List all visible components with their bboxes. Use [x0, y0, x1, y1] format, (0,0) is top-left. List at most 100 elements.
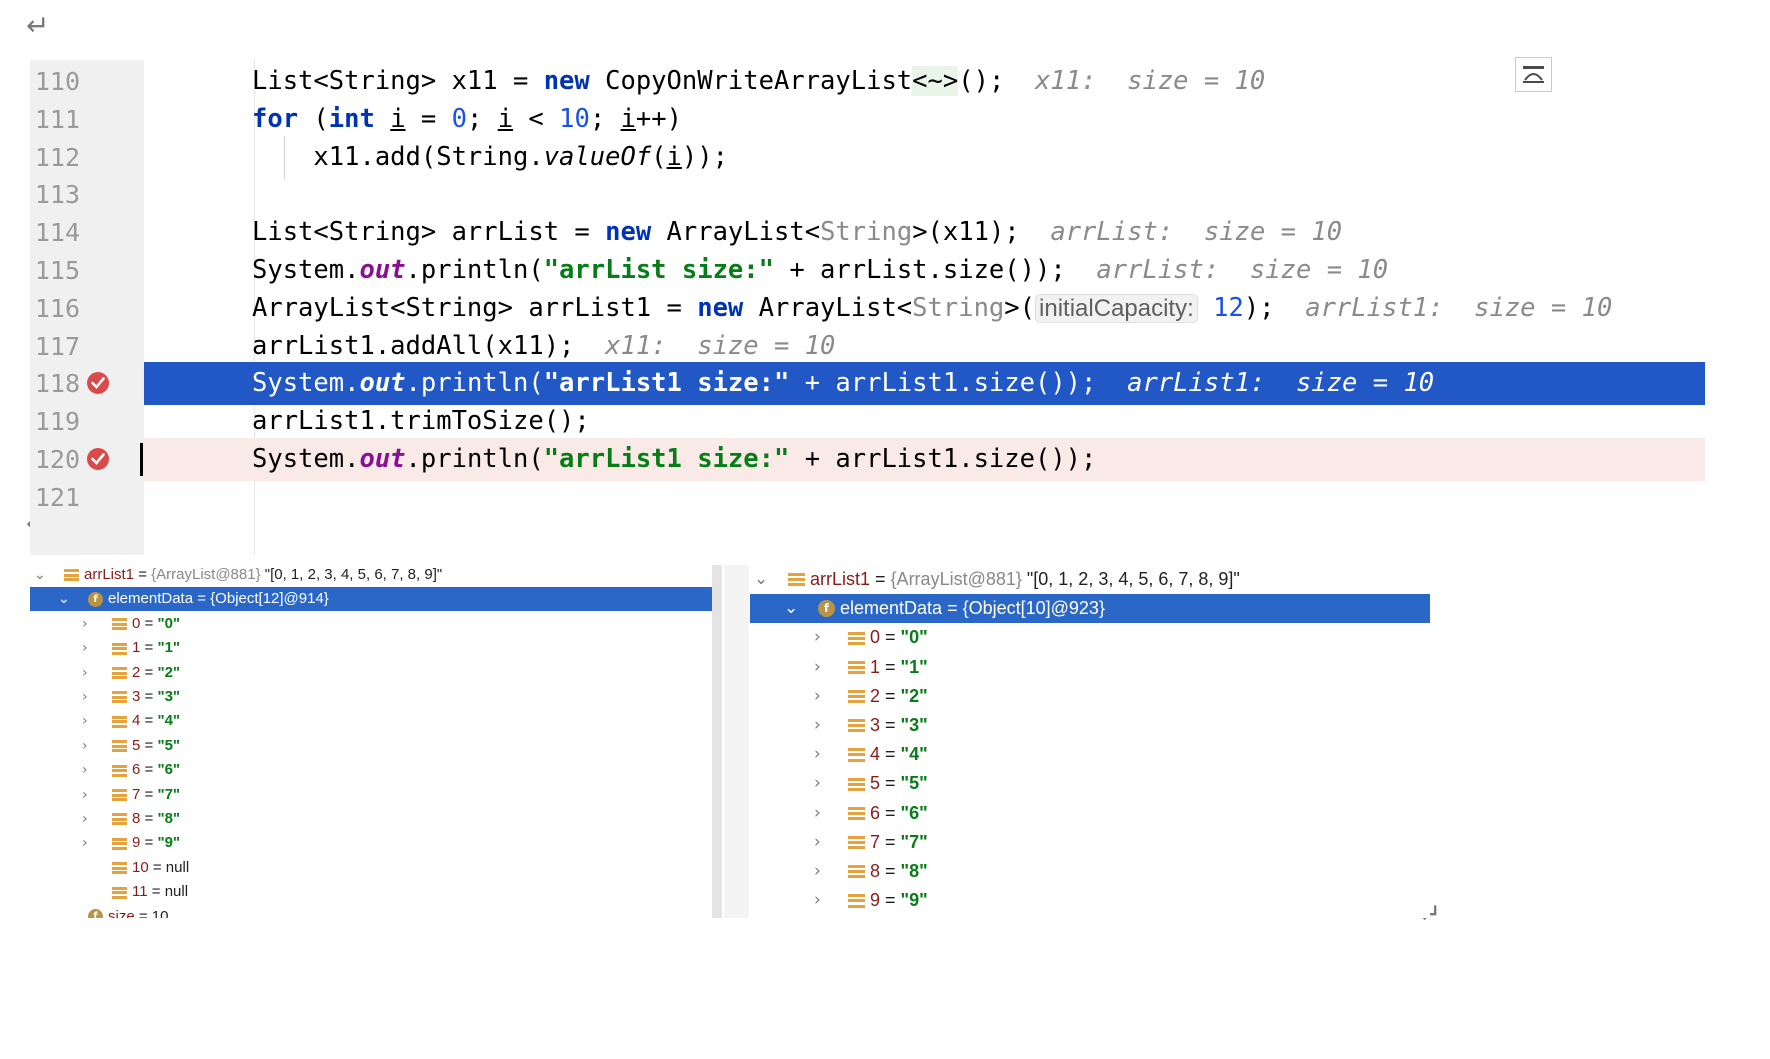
code-line[interactable]: 118 System.out.println("arrList1 size:" +… — [30, 362, 1705, 406]
code-text[interactable]: arrList1.addAll(x11); x11: size = 10 — [252, 325, 835, 368]
collapse-chevron-icon[interactable]: › — [82, 758, 88, 782]
code-line[interactable]: 110 List<String> x11 = new CopyOnWriteArr… — [30, 60, 1705, 103]
array-element-node[interactable]: › 7 = "7" — [30, 783, 722, 807]
array-element-node[interactable]: › 1 = "1" — [30, 636, 722, 660]
field-node[interactable]: ⌄ f elementData = {Object[10]@923} — [750, 594, 1430, 624]
vertical-scrollbar[interactable] — [712, 565, 722, 918]
collapse-chevron-icon[interactable]: › — [814, 828, 821, 857]
code-token: out — [359, 444, 406, 474]
line-number[interactable]: 121 — [30, 476, 80, 519]
array-element-node[interactable]: › 9 = "9" — [30, 831, 722, 855]
code-line[interactable]: 116 ArrayList<String> arrList1 = new Arra… — [30, 287, 1705, 330]
variable-eq: = — [193, 590, 211, 608]
variable-eq: = — [880, 802, 901, 823]
line-number[interactable]: 113 — [30, 173, 80, 216]
collapse-chevron-icon[interactable]: › — [814, 682, 821, 711]
variable-text: 9 = "9" — [870, 886, 928, 915]
line-number[interactable]: 111 — [30, 98, 80, 141]
collapse-chevron-icon[interactable]: › — [82, 636, 88, 660]
collapse-chevron-icon[interactable]: › — [82, 734, 88, 758]
array-element-node[interactable]: › 5 = "5" — [750, 769, 1430, 798]
collapse-chevron-icon[interactable]: › — [82, 831, 88, 855]
collapse-chevron-icon[interactable]: › — [814, 886, 821, 915]
collapse-chevron-icon[interactable]: › — [814, 857, 821, 886]
array-element-node[interactable]: › 3 = "3" — [750, 711, 1430, 740]
code-line[interactable]: 113 — [30, 173, 1705, 216]
array-element-node[interactable]: › 7 = "7" — [750, 828, 1430, 857]
collapse-chevron-icon[interactable]: › — [814, 799, 821, 828]
array-element-node[interactable]: › 0 = "0" — [30, 612, 722, 636]
array-element-node[interactable]: 10 = null — [30, 856, 722, 880]
array-element-node[interactable]: › 4 = "4" — [750, 740, 1430, 769]
array-element-node[interactable]: › 3 = "3" — [30, 685, 722, 709]
code-line[interactable]: 114 List<String> arrList = new ArrayList<… — [30, 211, 1705, 254]
variables-panel-before-trim[interactable]: ⌄ arrList1 = {ArrayList@881} "[0, 1, 2, 3… — [30, 563, 722, 918]
code-line[interactable]: 112 x11.add(String.valueOf(i)); — [30, 135, 1705, 179]
line-number[interactable]: 116 — [30, 287, 80, 330]
variables-panel-after-trim[interactable]: ⌄ arrList1 = {ArrayList@881} "[0, 1, 2, 3… — [750, 565, 1430, 918]
code-text[interactable]: for (int i = 0; i < 10; i++) — [252, 98, 682, 141]
field-node[interactable]: ⌄ f elementData = {Object[12]@914} — [30, 587, 722, 612]
breakpoint-icon[interactable] — [86, 371, 110, 395]
array-element-node[interactable]: › 1 = "1" — [750, 653, 1430, 682]
code-text[interactable]: arrList1.trimToSize(); — [252, 400, 590, 443]
breakpoint-icon[interactable] — [86, 447, 110, 471]
code-text[interactable]: System.out.println("arrList1 size:" + ar… — [252, 438, 1096, 481]
code-token: .println( — [405, 444, 544, 474]
collapse-chevron-icon[interactable]: › — [82, 685, 88, 709]
code-text[interactable]: x11.add(String.valueOf(i)); — [252, 136, 728, 179]
code-text[interactable]: System.out.println("arrList1 size:" + ar… — [252, 362, 1434, 405]
collapse-chevron-icon[interactable]: › — [82, 661, 88, 685]
code-editor[interactable]: 110 List<String> x11 = new CopyOnWriteArr… — [30, 60, 1705, 555]
collapse-chevron-icon[interactable]: › — [82, 807, 88, 831]
array-element-node[interactable]: › 8 = "8" — [750, 857, 1430, 886]
code-text[interactable]: ArrayList<String> arrList1 = new ArrayLi… — [252, 287, 1612, 330]
collapse-chevron-icon[interactable]: › — [82, 612, 88, 636]
line-number[interactable]: 119 — [30, 400, 80, 443]
expand-chevron-icon[interactable]: ⌄ — [784, 594, 798, 623]
field-node[interactable]: f size = 10 — [30, 905, 722, 918]
variable-value: "6" — [157, 761, 181, 779]
array-element-node[interactable]: 11 = null — [30, 880, 722, 904]
variable-root-node[interactable]: ⌄ arrList1 = {ArrayList@881} "[0, 1, 2, 3… — [30, 563, 722, 587]
code-line[interactable]: 121 — [30, 476, 1705, 519]
reader-mode-button[interactable] — [1515, 57, 1552, 92]
collapse-chevron-icon[interactable]: › — [82, 783, 88, 807]
line-number[interactable]: 112 — [30, 136, 80, 179]
array-element-node[interactable]: › 8 = "8" — [30, 807, 722, 831]
variable-name: 2 — [870, 685, 881, 706]
code-text[interactable]: List<String> x11 = new CopyOnWriteArrayL… — [252, 60, 1265, 103]
collapse-chevron-icon[interactable]: › — [814, 623, 821, 652]
expand-chevron-icon[interactable]: ⌄ — [58, 587, 70, 611]
line-number[interactable]: 114 — [30, 211, 80, 254]
array-element-node[interactable]: › 5 = "5" — [30, 734, 722, 758]
line-number[interactable]: 117 — [30, 325, 80, 368]
line-number[interactable]: 120 — [30, 438, 80, 481]
array-element-node[interactable]: › 9 = "9" — [750, 886, 1430, 915]
code-text[interactable]: System.out.println("arrList size:" + arr… — [252, 249, 1388, 292]
array-element-node[interactable]: › 6 = "6" — [30, 758, 722, 782]
line-number[interactable]: 110 — [30, 60, 80, 103]
code-line[interactable]: 119 arrList1.trimToSize(); — [30, 400, 1705, 443]
variable-root-node[interactable]: ⌄ arrList1 = {ArrayList@881} "[0, 1, 2, 3… — [750, 565, 1430, 594]
code-line[interactable]: 111 for (int i = 0; i < 10; i++) — [30, 98, 1705, 141]
array-element-node[interactable]: › 6 = "6" — [750, 799, 1430, 828]
array-element-node[interactable]: › 4 = "4" — [30, 709, 722, 733]
expand-chevron-icon[interactable]: ⌄ — [34, 563, 46, 587]
expand-chevron-icon[interactable]: ⌄ — [754, 565, 768, 594]
code-line[interactable]: 115 System.out.println("arrList size:" + … — [30, 249, 1705, 292]
array-element-node[interactable]: › 2 = "2" — [30, 661, 722, 685]
collapse-chevron-icon[interactable]: › — [82, 709, 88, 733]
code-token: x11.add(String. — [252, 141, 544, 172]
array-element-node[interactable]: › 2 = "2" — [750, 682, 1430, 711]
code-text[interactable]: List<String> arrList = new ArrayList<Str… — [252, 211, 1342, 254]
collapse-chevron-icon[interactable]: › — [814, 740, 821, 769]
code-line[interactable]: 120 System.out.println("arrList1 size:" +… — [30, 438, 1705, 481]
array-element-node[interactable]: › 0 = "0" — [750, 623, 1430, 652]
code-line[interactable]: 117 arrList1.addAll(x11); x11: size = 10 — [30, 325, 1705, 368]
line-number[interactable]: 115 — [30, 249, 80, 292]
collapse-chevron-icon[interactable]: › — [814, 711, 821, 740]
line-number[interactable]: 118 — [30, 362, 80, 405]
collapse-chevron-icon[interactable]: › — [814, 769, 821, 798]
collapse-chevron-icon[interactable]: › — [814, 653, 821, 682]
